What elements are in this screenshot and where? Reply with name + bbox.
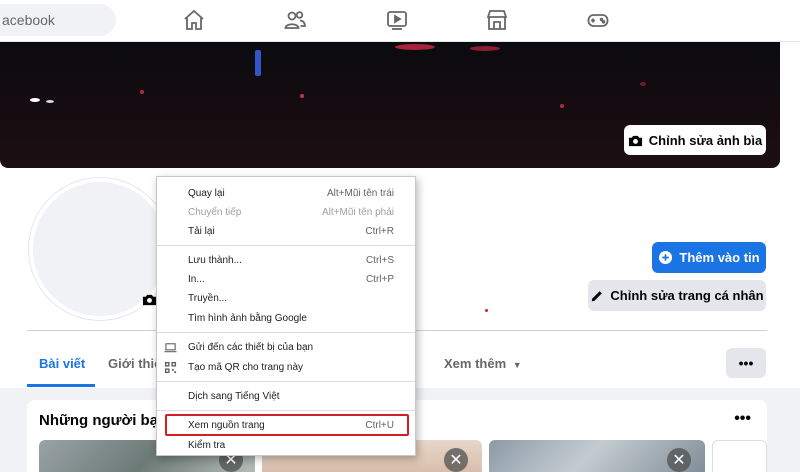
- friends-card-more-button[interactable]: •••: [734, 410, 751, 428]
- menu-item-label: Quay lại: [188, 187, 225, 199]
- gaming-icon[interactable]: [585, 8, 611, 32]
- menu-item-label: Tìm hình ảnh bằng Google: [188, 312, 307, 324]
- friends-icon[interactable]: [282, 8, 308, 32]
- watch-icon[interactable]: [384, 8, 410, 32]
- menu-item-save-as[interactable]: Lưu thành... Ctrl+S: [157, 251, 415, 269]
- menu-separator: [157, 245, 415, 246]
- edit-cover-photo-button[interactable]: Chỉnh sửa ảnh bìa: [624, 125, 766, 155]
- cover-light: [395, 44, 435, 50]
- menu-item-back[interactable]: Quay lại Alt+Mũi tên trái: [157, 184, 415, 202]
- tab-about[interactable]: Giới thiệ: [108, 356, 161, 371]
- cover-light: [300, 94, 304, 98]
- menu-item-label: Tạo mã QR cho trang này: [188, 361, 304, 373]
- edit-profile-label: Chỉnh sửa trang cá nhân: [610, 288, 764, 303]
- top-navigation-bar: acebook: [0, 0, 800, 42]
- friends-card-title: Những người bạn: [39, 412, 168, 429]
- laptop-icon: [164, 341, 177, 354]
- camera-icon: [628, 133, 643, 148]
- cover-light: [140, 90, 144, 94]
- close-icon[interactable]: ✕: [667, 448, 691, 472]
- menu-item-cast[interactable]: Truyền...: [157, 289, 415, 307]
- menu-item-translate[interactable]: Dịch sang Tiếng Việt: [157, 387, 415, 405]
- add-to-story-label: Thêm vào tin: [679, 250, 760, 265]
- search-box[interactable]: acebook: [0, 4, 116, 36]
- menu-item-label: Lưu thành...: [188, 254, 242, 266]
- browser-context-menu: Quay lại Alt+Mũi tên trái Chuyển tiếp Al…: [156, 176, 416, 456]
- cover-light: [255, 50, 261, 76]
- friend-photo[interactable]: [712, 440, 767, 472]
- menu-item-label: Kiểm tra: [188, 439, 226, 451]
- menu-item-print[interactable]: In... Ctrl+P: [157, 270, 415, 288]
- friend-photo[interactable]: ✕: [489, 440, 705, 472]
- cover-light: [46, 100, 54, 103]
- menu-item-label: In...: [188, 273, 205, 285]
- more-options-button[interactable]: •••: [726, 348, 766, 378]
- tab-posts[interactable]: Bài viết: [39, 356, 85, 371]
- cover-light: [560, 104, 564, 108]
- menu-item-label: Chuyển tiếp: [188, 206, 242, 218]
- menu-item-label: Tải lại: [188, 225, 215, 237]
- menu-item-create-qr[interactable]: Tạo mã QR cho trang này: [157, 358, 415, 376]
- menu-item-search-image-google[interactable]: Tìm hình ảnh bằng Google: [157, 309, 415, 327]
- edit-profile-button[interactable]: Chỉnh sửa trang cá nhân: [588, 280, 766, 311]
- menu-item-inspect[interactable]: Kiểm tra: [157, 436, 415, 454]
- close-icon[interactable]: ✕: [444, 448, 468, 472]
- qr-code-icon: [164, 361, 177, 374]
- cover-light: [640, 82, 646, 86]
- menu-item-shortcut: Ctrl+R: [365, 225, 394, 237]
- menu-item-shortcut: Alt+Mũi tên phải: [322, 206, 394, 218]
- menu-item-shortcut: Ctrl+S: [365, 254, 394, 266]
- cover-light: [30, 98, 40, 102]
- pencil-icon: [590, 289, 604, 303]
- menu-separator: [157, 332, 415, 333]
- home-icon[interactable]: [181, 8, 207, 32]
- view-source-highlight-box: [165, 414, 409, 436]
- menu-item-shortcut: Ctrl+P: [365, 273, 394, 285]
- menu-item-reload[interactable]: Tải lại Ctrl+R: [157, 222, 415, 240]
- search-text: acebook: [2, 12, 55, 28]
- menu-item-label: Gửi đến các thiết bị của bạn: [188, 341, 314, 353]
- caret-down-icon: ▼: [512, 360, 522, 370]
- tab-more-label: Xem thêm: [444, 356, 507, 371]
- menu-item-label: Truyền...: [188, 292, 228, 304]
- tab-more[interactable]: Xem thêm ▼: [444, 356, 522, 371]
- cover-light: [470, 46, 500, 51]
- marketplace-icon[interactable]: [484, 8, 510, 32]
- menu-separator: [157, 381, 415, 382]
- menu-item-shortcut: Alt+Mũi tên trái: [327, 187, 394, 199]
- red-dot: [485, 309, 488, 312]
- plus-circle-icon: [658, 250, 673, 265]
- menu-item-label: Dịch sang Tiếng Việt: [188, 390, 280, 402]
- menu-item-send-to-devices[interactable]: Gửi đến các thiết bị của bạn: [157, 338, 415, 356]
- menu-separator: [157, 410, 415, 411]
- edit-cover-label: Chỉnh sửa ảnh bìa: [648, 132, 763, 148]
- menu-item-forward[interactable]: Chuyển tiếp Alt+Mũi tên phải: [157, 203, 415, 221]
- active-tab-underline: [27, 384, 95, 387]
- add-to-story-button[interactable]: Thêm vào tin: [652, 242, 766, 273]
